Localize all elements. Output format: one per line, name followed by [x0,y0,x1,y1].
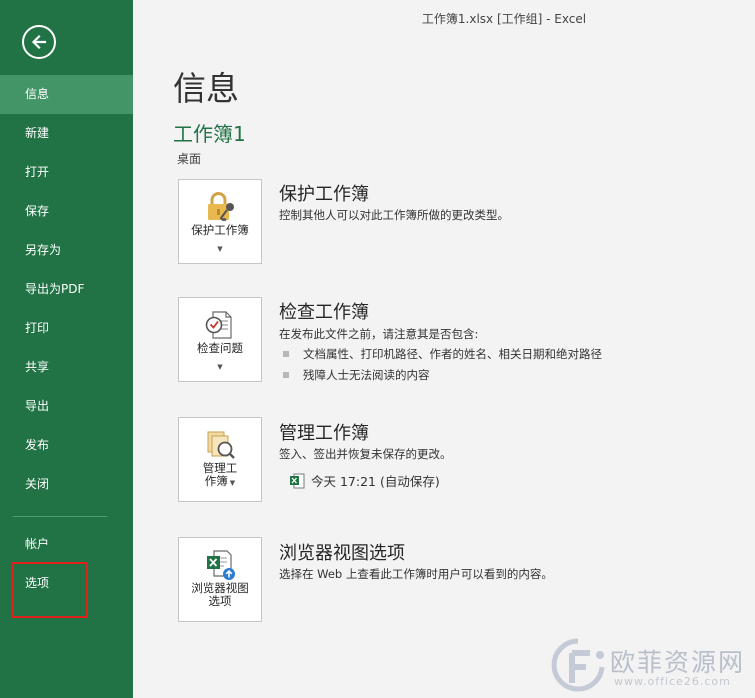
protect-workbook-tile-label: 保护工作簿 [191,223,249,237]
sidebar-item-account[interactable]: 帐户 [0,525,133,564]
inspect-bullet-item: 文档属性、打印机路径、作者的姓名、相关日期和绝对路径 [283,346,602,362]
inspect-workbook-title: 检查工作簿 [279,302,369,323]
chevron-down-icon: ▼ [217,245,223,253]
sidebar-item-publish[interactable]: 发布 [0,426,133,465]
page-title: 信息 [173,69,239,108]
sidebar-item-info[interactable]: 信息 [0,75,133,114]
backstage-sidebar: 信息 新建 打开 保存 另存为 导出为PDF 打印 共享 导出 发布 关闭 帐户… [0,0,133,698]
inspect-bullet-item: 残障人士无法阅读的内容 [283,367,430,383]
inspect-document-icon [205,311,232,339]
manage-workbook-button[interactable]: 管理工 作簿 ▼ [178,417,262,502]
site-watermark: 欧菲资源网 www.office26.com [548,635,755,698]
sidebar-item-print[interactable]: 打印 [0,309,133,348]
sidebar-item-save[interactable]: 保存 [0,192,133,231]
browser-view-options-button[interactable]: 浏览器视图 选项 [178,537,262,622]
browser-view-options-title: 浏览器视图选项 [279,543,405,564]
document-location: 桌面 [177,152,202,166]
sidebar-item-export[interactable]: 导出 [0,387,133,426]
browser-view-options-description: 选择在 Web 上查看此工作簿时用户可以看到的内容。 [279,567,553,581]
inspect-workbook-description: 在发布此文件之前，请注意其是否包含: [279,327,479,341]
sidebar-item-new[interactable]: 新建 [0,114,133,153]
browser-view-options-tile-label: 浏览器视图 选项 [191,581,249,608]
check-issues-button[interactable]: 检查问题 ▼ [178,297,262,382]
sidebar-item-share[interactable]: 共享 [0,348,133,387]
manage-workbook-description: 签入、签出并恢复未保存的更改。 [279,447,452,461]
manage-workbook-tile-label: 管理工 作簿 ▼ [202,461,238,488]
autosave-version-item[interactable]: 今天 17:21 (自动保存) [289,471,440,490]
excel-web-icon [207,550,235,580]
manage-workbook-title: 管理工作簿 [279,423,369,444]
protect-workbook-button[interactable]: 保护工作簿 ▼ [178,179,262,264]
protect-workbook-title: 保护工作簿 [279,184,369,205]
check-issues-tile-label: 检查问题 [197,341,243,355]
bullet-square-icon [283,351,289,357]
sidebar-divider [13,516,107,517]
chevron-down-icon: ▼ [229,479,236,487]
back-arrow-icon [31,34,47,50]
bullet-square-icon [283,372,289,378]
sidebar-nav: 信息 新建 打开 保存 另存为 导出为PDF 打印 共享 导出 发布 关闭 [0,75,133,504]
window-title: 工作簿1.xlsx [工作组] - Excel [421,12,587,26]
watermark-logo-icon [551,638,605,692]
back-button[interactable] [22,25,56,59]
chevron-down-icon: ▼ [217,363,223,371]
manage-versions-icon [207,431,235,459]
watermark-url: www.office26.com [614,675,731,688]
sidebar-item-open[interactable]: 打开 [0,153,133,192]
options-highlight-box [12,562,88,618]
excel-file-icon [290,473,305,489]
watermark-text: 欧菲资源网 [610,648,746,677]
sidebar-item-export-pdf[interactable]: 导出为PDF [0,270,133,309]
document-name: 工作簿1 [173,122,246,146]
sidebar-item-save-as[interactable]: 另存为 [0,231,133,270]
protect-workbook-description: 控制其他人可以对此工作簿所做的更改类型。 [279,208,509,222]
sidebar-item-close[interactable]: 关闭 [0,465,133,504]
lock-key-icon [208,192,234,222]
